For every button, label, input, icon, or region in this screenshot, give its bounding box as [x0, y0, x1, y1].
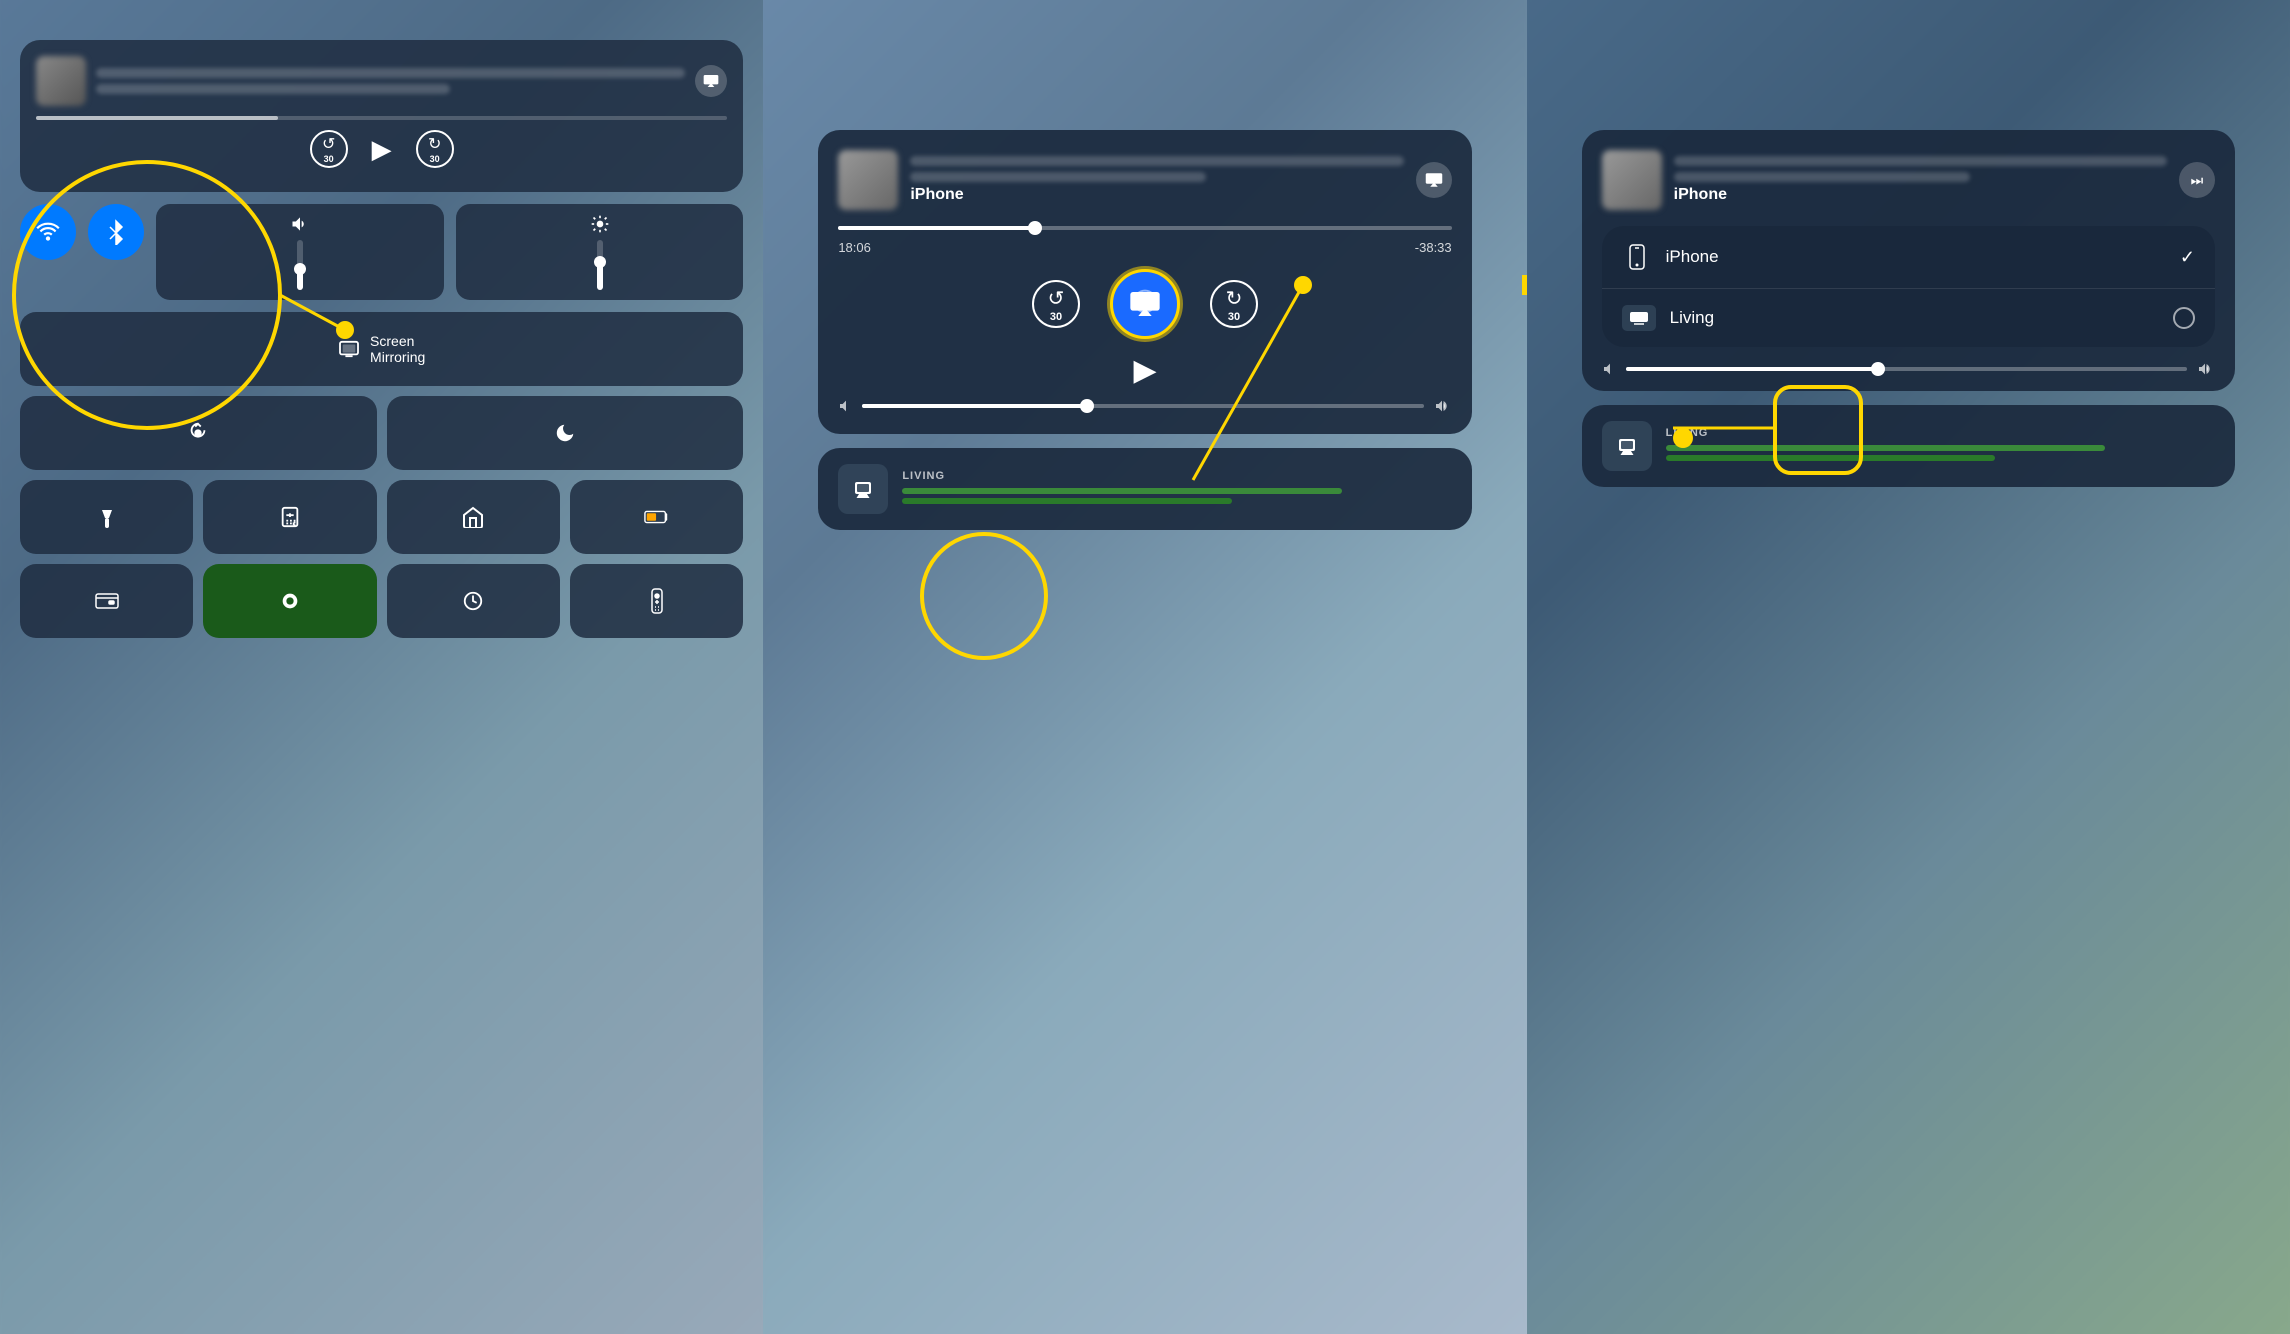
volume-fill-2	[862, 404, 1087, 408]
bluetooth-toggle[interactable]	[88, 204, 144, 260]
flashlight-btn[interactable]	[20, 480, 193, 554]
living-device-label: Living	[1670, 308, 2159, 328]
album-art-2	[838, 150, 898, 210]
device-name-3: iPhone	[1674, 186, 2167, 204]
time-row-2: 18:06 -38:33	[838, 240, 1451, 255]
airplay-center-container	[1110, 269, 1180, 339]
airplay-appletv-row[interactable]: Living	[1602, 289, 2215, 347]
wifi-toggle[interactable]	[20, 204, 76, 260]
appletv-icon-2	[838, 464, 888, 514]
record-btn[interactable]	[203, 564, 376, 638]
play-btn-1[interactable]: ▶	[372, 134, 392, 165]
album-art-3	[1602, 150, 1662, 210]
dot-pointer-3	[1673, 428, 1693, 448]
progress-fill-2	[838, 226, 1034, 230]
volume-high-icon-3	[2195, 361, 2215, 377]
panel-2: iPhone 18:06 -38:33	[763, 0, 1526, 1334]
media-text-3: iPhone	[1674, 156, 2167, 204]
appletv-icon-3	[1602, 421, 1652, 471]
volume-high-icon	[1432, 398, 1452, 414]
volume-low-icon-3	[1602, 361, 1618, 377]
volume-thumb-3	[1871, 362, 1885, 376]
panel2-main: iPhone 18:06 -38:33	[818, 130, 1471, 530]
media-card-panel3[interactable]: iPhone ⏭ iP	[1582, 130, 2235, 391]
volume-bar-3[interactable]	[1626, 367, 2187, 371]
skip-back-btn-1[interactable]: ↺ 30	[310, 130, 348, 168]
play-btn-2[interactable]: ▶	[1133, 353, 1156, 388]
controls-row-2: ↺ 30	[838, 269, 1451, 339]
progress-bar-2[interactable]	[838, 226, 1451, 230]
living-bars-2	[902, 488, 1451, 504]
volume-row-2	[838, 398, 1451, 414]
device-name-2: iPhone	[910, 186, 1403, 204]
time-remaining: -38:33	[1415, 240, 1452, 255]
bottom-grid	[20, 480, 743, 554]
skip-back-2[interactable]: ↺ 30	[1032, 280, 1080, 328]
airplay-selection-3: iPhone ✓ Living	[1602, 226, 2215, 347]
media-card-panel2[interactable]: iPhone 18:06 -38:33	[818, 130, 1471, 434]
skip-forward-btn-1[interactable]: ↻ 30	[416, 130, 454, 168]
volume-bar-2[interactable]	[862, 404, 1423, 408]
progress-container-2	[838, 226, 1451, 230]
rotation-lock-btn[interactable]	[20, 396, 377, 470]
iphone-checkmark: ✓	[2180, 247, 2195, 268]
media-controls-1: ↺ 30 ▶ ↻ 30	[36, 130, 727, 168]
living-card-2[interactable]: LIVING	[818, 448, 1471, 530]
iphone-label: iPhone	[1666, 247, 2166, 267]
living-radio[interactable]	[2173, 307, 2195, 329]
battery-btn[interactable]	[570, 480, 743, 554]
iphone-icon	[1622, 242, 1652, 272]
volume-thumb-2	[1080, 399, 1094, 413]
media-text-2: iPhone	[910, 156, 1403, 204]
grid-row-1	[20, 396, 743, 470]
volume-fill-3	[1626, 367, 1879, 371]
play-pause-top-3[interactable]: ⏭	[2179, 162, 2215, 198]
airplay-iphone-row[interactable]: iPhone ✓	[1602, 226, 2215, 289]
wallet-btn[interactable]	[20, 564, 193, 638]
appletv-row-icon	[1622, 305, 1656, 331]
living-bars-3	[1666, 445, 2215, 461]
media-header-3: iPhone ⏭	[1602, 150, 2215, 210]
living-label-2: LIVING	[902, 470, 1451, 482]
airplay-button-1[interactable]	[695, 65, 727, 97]
progress-thumb-2	[1028, 221, 1042, 235]
clock-btn[interactable]	[387, 564, 560, 638]
skip-forward-2[interactable]: ↻ 30	[1210, 280, 1258, 328]
living-info-3: LIVING	[1666, 427, 2215, 465]
toggle-row	[20, 204, 743, 300]
home-btn[interactable]	[387, 480, 560, 554]
airplay-badge-2[interactable]	[1416, 162, 1452, 198]
calculator-btn[interactable]	[203, 480, 376, 554]
panel-3: iPhone ⏭ iP	[1527, 0, 2290, 1334]
volume-low-icon	[838, 398, 854, 414]
do-not-disturb-btn[interactable]	[387, 396, 744, 470]
media-header-2: iPhone	[838, 150, 1451, 210]
time-elapsed: 18:06	[838, 240, 871, 255]
play-row-2: ▶	[838, 353, 1451, 388]
remote-btn[interactable]	[570, 564, 743, 638]
volume-card[interactable]	[156, 204, 444, 300]
panel-1: ↺ 30 ▶ ↻ 30	[0, 0, 763, 1334]
control-center: ↺ 30 ▶ ↻ 30	[20, 40, 743, 1294]
screen-mirroring-label: ScreenMirroring	[370, 333, 425, 365]
living-label-3: LIVING	[1666, 427, 2215, 439]
living-info-2: LIVING	[902, 470, 1451, 508]
album-art-1	[36, 56, 86, 106]
media-info-1	[96, 68, 685, 94]
volume-row-3	[1602, 361, 2215, 377]
bottom-grid-2	[20, 564, 743, 638]
media-card-panel1[interactable]: ↺ 30 ▶ ↻ 30	[20, 40, 743, 192]
airplay-center-btn[interactable]	[1110, 269, 1180, 339]
screen-mirroring-btn[interactable]: ScreenMirroring	[20, 312, 743, 386]
brightness-card[interactable]	[456, 204, 744, 300]
